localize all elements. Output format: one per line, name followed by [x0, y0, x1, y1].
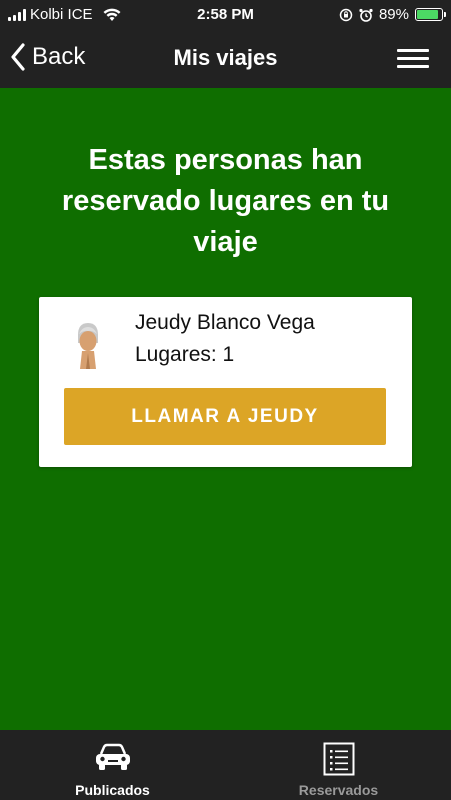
battery-fill [417, 10, 439, 19]
tab-reservados[interactable]: Reservados [226, 730, 451, 800]
status-bar: Kolbi ICE 2:58 PM 89% [0, 0, 451, 30]
call-passenger-button[interactable]: LLAMAR A JEUDY [64, 388, 386, 445]
status-right: 89% [339, 6, 446, 23]
back-button[interactable]: Back [10, 43, 85, 71]
tab-bar: Publicados Reservados [0, 730, 451, 800]
orientation-lock-icon [339, 8, 353, 21]
tab-label-reservados: Reservados [298, 782, 379, 798]
tab-publicados[interactable]: Publicados [0, 730, 225, 800]
main-content: Estas personas han reservado lugares en … [0, 88, 451, 730]
person-avatar-icon [78, 323, 98, 369]
car-icon [0, 742, 225, 777]
nav-bar: Back Mis viajes [0, 30, 451, 88]
tab-label-publicados: Publicados [75, 782, 150, 798]
reservation-card: Jeudy Blanco Vega Lugares: 1 LLAMAR A JE… [39, 297, 412, 467]
chevron-left-icon [11, 43, 25, 71]
battery-percent: 89% [378, 6, 409, 23]
battery-icon [415, 8, 446, 21]
alarm-icon [359, 8, 373, 22]
list-icon [226, 742, 451, 781]
reservations-heading: Estas personas han reservado lugares en … [61, 144, 390, 258]
hamburger-menu-icon[interactable] [397, 49, 429, 69]
back-label: Back [32, 43, 86, 70]
seats-count: Lugares: 1 [135, 343, 235, 366]
passenger-name: Jeudy Blanco Vega [135, 311, 315, 334]
